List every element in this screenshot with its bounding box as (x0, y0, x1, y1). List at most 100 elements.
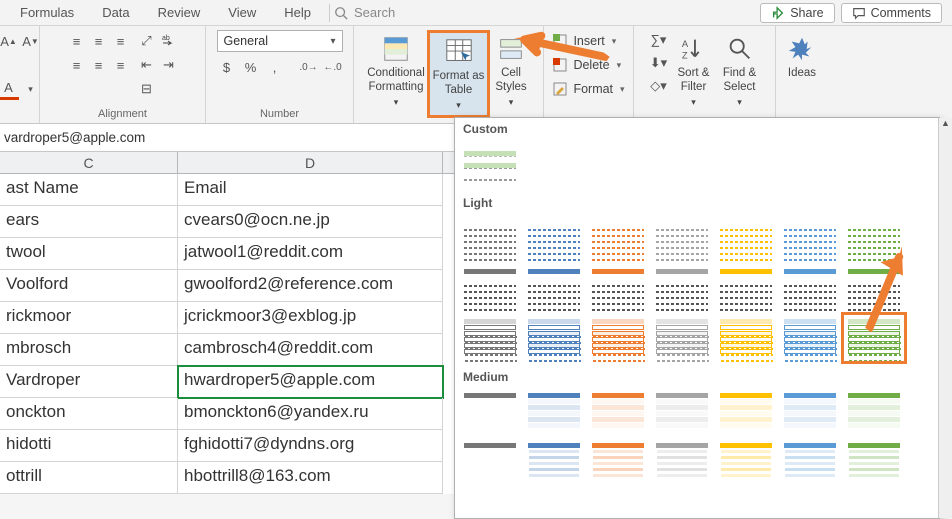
cell[interactable]: rickmoor (0, 302, 178, 334)
table-style-swatch[interactable] (589, 266, 647, 310)
table-style-swatch[interactable] (717, 316, 775, 360)
align-center-button[interactable]: ≡ (89, 54, 109, 76)
menu-formulas[interactable]: Formulas (6, 2, 88, 23)
sort-filter-button[interactable]: AZ Sort & Filter ▾ (673, 30, 715, 112)
table-style-swatch[interactable] (653, 390, 711, 434)
table-style-swatch[interactable] (845, 390, 903, 434)
decrease-indent-button[interactable]: ⇤ (137, 54, 157, 76)
table-style-swatch[interactable] (845, 216, 903, 260)
cell[interactable]: jatwool1@reddit.com (178, 238, 443, 270)
table-style-swatch[interactable] (781, 440, 839, 484)
menu-data[interactable]: Data (88, 2, 143, 23)
cell[interactable]: gwoolford2@reference.com (178, 270, 443, 302)
table-style-swatch[interactable] (781, 316, 839, 360)
table-style-swatch[interactable] (461, 390, 519, 434)
chevron-down-icon[interactable]: ▾ (21, 78, 41, 100)
increase-font-button[interactable]: A▲ (0, 30, 19, 52)
cell[interactable]: hidotti (0, 430, 178, 462)
table-style-swatch[interactable] (589, 216, 647, 260)
decrease-decimal-button[interactable]: ←.0 (323, 56, 343, 78)
orientation-button[interactable]: ⤢ (137, 30, 157, 52)
table-style-swatch[interactable] (525, 266, 583, 310)
percent-format-button[interactable]: % (241, 56, 261, 78)
cell-styles-button[interactable]: Cell Styles ▾ (490, 30, 532, 112)
fill-button[interactable]: ⬇▾ (649, 53, 669, 74)
table-style-swatch[interactable] (781, 216, 839, 260)
column-header-d[interactable]: D (178, 152, 443, 173)
cell[interactable]: Email (178, 174, 443, 206)
table-style-swatch[interactable] (717, 216, 775, 260)
font-color-button[interactable]: A (0, 78, 19, 100)
number-format-combo[interactable]: General ▾ (217, 30, 343, 52)
menu-help[interactable]: Help (270, 2, 325, 23)
cell[interactable]: jcrickmoor3@exblog.jp (178, 302, 443, 334)
table-style-swatch[interactable] (653, 440, 711, 484)
accounting-format-button[interactable]: $ (217, 56, 237, 78)
table-style-swatch[interactable] (525, 390, 583, 434)
cell[interactable]: ears (0, 206, 178, 238)
decrease-font-button[interactable]: A▼ (21, 30, 41, 52)
cell[interactable]: ast Name (0, 174, 178, 206)
menu-view[interactable]: View (214, 2, 270, 23)
ideas-button[interactable]: Ideas (781, 30, 823, 84)
scroll-up-icon[interactable]: ▲ (939, 118, 952, 132)
table-style-swatch[interactable] (525, 216, 583, 260)
align-bottom-button[interactable]: ≡ (111, 30, 131, 52)
cell[interactable]: Voolford (0, 270, 178, 302)
cell[interactable]: bmonckton6@yandex.ru (178, 398, 443, 430)
increase-indent-button[interactable]: ⇥ (159, 54, 179, 76)
table-style-swatch[interactable] (845, 440, 903, 484)
align-middle-button[interactable]: ≡ (89, 30, 109, 52)
table-style-swatch[interactable] (525, 316, 583, 360)
insert-button[interactable]: Insert ▾ (552, 30, 624, 52)
comments-button[interactable]: Comments (841, 3, 942, 23)
cell[interactable]: onckton (0, 398, 178, 430)
cell[interactable]: hbottrill8@163.com (178, 462, 443, 494)
cell[interactable]: twool (0, 238, 178, 270)
column-header-c[interactable]: C (0, 152, 178, 173)
table-style-swatch[interactable] (845, 316, 903, 360)
format-as-table-button[interactable]: Format as Table ▾ (427, 30, 490, 118)
table-style-swatch[interactable] (589, 390, 647, 434)
find-select-button[interactable]: Find & Select ▾ (719, 30, 761, 112)
cell[interactable]: ottrill (0, 462, 178, 494)
merge-center-button[interactable]: ⊟ (137, 78, 157, 100)
format-button[interactable]: Format ▾ (552, 78, 624, 100)
menu-review[interactable]: Review (144, 2, 215, 23)
align-right-button[interactable]: ≡ (111, 54, 131, 76)
table-style-swatch[interactable] (589, 440, 647, 484)
table-style-swatch[interactable] (717, 266, 775, 310)
cell[interactable]: cvears0@ocn.ne.jp (178, 206, 443, 238)
cell[interactable]: cambrosch4@reddit.com (178, 334, 443, 366)
align-left-button[interactable]: ≡ (67, 54, 87, 76)
table-style-swatch[interactable] (525, 440, 583, 484)
share-button[interactable]: Share (760, 3, 834, 23)
cell[interactable]: mbrosch (0, 334, 178, 366)
increase-decimal-button[interactable]: .0→ (299, 56, 319, 78)
table-style-swatch[interactable] (845, 266, 903, 310)
table-style-swatch[interactable] (717, 440, 775, 484)
cell[interactable]: fghidotti7@dyndns.org (178, 430, 443, 462)
clear-button[interactable]: ◇▾ (649, 75, 669, 96)
table-style-swatch[interactable] (653, 266, 711, 310)
table-style-swatch[interactable] (461, 316, 519, 360)
table-style-swatch[interactable] (461, 440, 519, 484)
table-style-swatch[interactable] (653, 316, 711, 360)
cell[interactable]: Vardroper (0, 366, 178, 398)
conditional-formatting-button[interactable]: Conditional Formatting ▾ (365, 30, 427, 112)
table-style-swatch[interactable] (653, 216, 711, 260)
search-box[interactable]: Search (334, 5, 395, 20)
table-style-swatch[interactable] (717, 390, 775, 434)
table-style-swatch[interactable] (781, 266, 839, 310)
alignment-horizontal[interactable]: ≡ ≡ ≡ ≡ ≡ ≡ (67, 30, 131, 100)
table-style-swatch[interactable] (781, 390, 839, 434)
wrap-text-button[interactable]: ab (159, 30, 179, 52)
comma-format-button[interactable]: , (265, 56, 285, 78)
align-top-button[interactable]: ≡ (67, 30, 87, 52)
table-style-swatch[interactable] (461, 142, 519, 186)
cell[interactable]: hwardroper5@apple.com (178, 366, 443, 398)
table-style-swatch[interactable] (589, 316, 647, 360)
delete-button[interactable]: Delete ▾ (552, 54, 624, 76)
dropdown-scrollbar[interactable]: ▲ (938, 118, 952, 518)
autosum-button[interactable]: ∑▾ (649, 30, 669, 51)
